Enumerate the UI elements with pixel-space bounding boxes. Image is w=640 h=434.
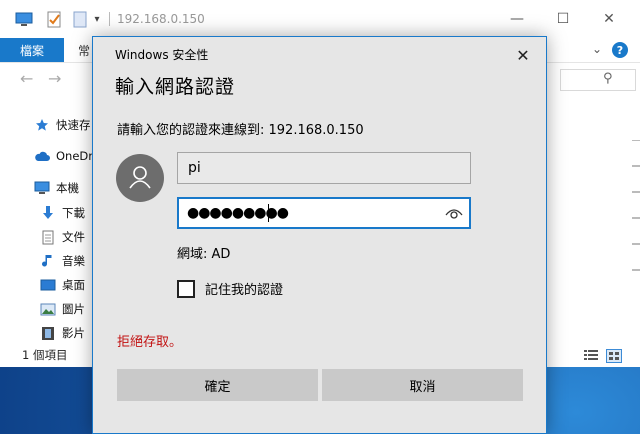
nav-item-onedrive[interactable]: OneDr	[34, 145, 93, 167]
dialog-prompt: 請輸入您的認證來連線到: 192.168.0.150	[117, 123, 364, 138]
minimize-button[interactable]: —	[494, 6, 540, 32]
large-icons-view-icon[interactable]	[606, 349, 622, 363]
credentials-dialog: Windows 安全性 ✕ 輸入網路認證 請輸入您的認證來連線到: 192.16…	[92, 36, 547, 434]
search-icon: ⚲	[603, 71, 613, 86]
nav-label: 圖片	[62, 302, 85, 316]
ok-button[interactable]: 確定	[117, 369, 318, 401]
nav-label: 影片	[62, 326, 85, 340]
status-item-count: 1 個項目	[22, 348, 68, 362]
desktop-icon	[40, 277, 56, 293]
maximize-button[interactable]: ☐	[540, 6, 586, 32]
text-caret	[268, 204, 269, 222]
forward-arrow-icon[interactable]: →	[48, 69, 61, 88]
nav-item-pictures[interactable]: 圖片	[40, 298, 85, 320]
back-arrow-icon[interactable]: ←	[20, 69, 33, 88]
nav-label: 文件	[62, 230, 85, 244]
nav-label: 下載	[62, 206, 85, 220]
list-item	[548, 140, 640, 271]
nav-item-quick-access[interactable]: 快速存	[34, 114, 91, 136]
window-title: 192.168.0.150	[117, 12, 205, 26]
cloud-icon	[34, 148, 50, 164]
reveal-password-icon[interactable]	[445, 206, 463, 220]
video-icon	[40, 325, 56, 341]
avatar	[116, 154, 164, 202]
username-field[interactable]: pi	[177, 152, 471, 184]
document-icon	[40, 229, 56, 245]
password-mask: ●●●●●●●●●	[187, 205, 289, 221]
download-arrow-icon	[40, 205, 56, 221]
details-view-icon[interactable]	[584, 349, 598, 361]
username-value: pi	[188, 160, 201, 176]
domain-label: 網域: AD	[177, 247, 231, 262]
nav-item-music[interactable]: 音樂	[40, 250, 85, 272]
cancel-button[interactable]: 取消	[322, 369, 523, 401]
star-icon	[34, 117, 50, 133]
dialog-heading: 輸入網路認證	[115, 76, 236, 98]
nav-label: 快速存	[56, 118, 91, 132]
tab-home[interactable]: 常	[78, 42, 90, 59]
nav-label: OneDr	[56, 149, 93, 163]
dialog-caption: Windows 安全性	[115, 48, 209, 62]
remember-label: 記住我的認證	[205, 283, 284, 298]
error-message: 拒絕存取。	[117, 335, 183, 350]
new-folder-icon[interactable]	[70, 10, 90, 28]
customize-toolbar-icon[interactable]: ▾	[90, 10, 104, 28]
chevron-down-icon[interactable]: ⌄	[592, 42, 602, 56]
close-button[interactable]: ✕	[586, 6, 632, 32]
nav-label: 本機	[56, 181, 79, 195]
nav-item-videos[interactable]: 影片	[40, 322, 85, 344]
nav-item-downloads[interactable]: 下載	[40, 202, 85, 224]
tab-file[interactable]: 檔案	[0, 38, 64, 62]
remember-checkbox[interactable]	[177, 279, 195, 298]
computer-icon[interactable]	[14, 10, 34, 28]
nav-item-this-pc[interactable]: 本機	[34, 177, 79, 199]
dialog-close-button[interactable]: ✕	[511, 43, 535, 67]
computer-icon	[34, 180, 50, 196]
explorer-titlebar: ▾ 192.168.0.150 — ☐ ✕	[0, 0, 640, 38]
nav-label: 桌面	[62, 278, 85, 292]
nav-label: 音樂	[62, 254, 85, 268]
user-icon	[129, 166, 151, 189]
title-separator	[109, 12, 110, 26]
music-note-icon	[40, 253, 56, 269]
password-field[interactable]: ●●●●●●●●●	[177, 197, 471, 229]
search-input[interactable]: ⚲	[560, 69, 636, 91]
nav-item-documents[interactable]: 文件	[40, 226, 85, 248]
nav-item-desktop[interactable]: 桌面	[40, 274, 85, 296]
picture-icon	[40, 301, 56, 317]
properties-icon[interactable]	[44, 10, 64, 28]
remember-credentials[interactable]: 記住我的認證	[177, 279, 283, 298]
help-icon[interactable]: ?	[612, 42, 628, 58]
